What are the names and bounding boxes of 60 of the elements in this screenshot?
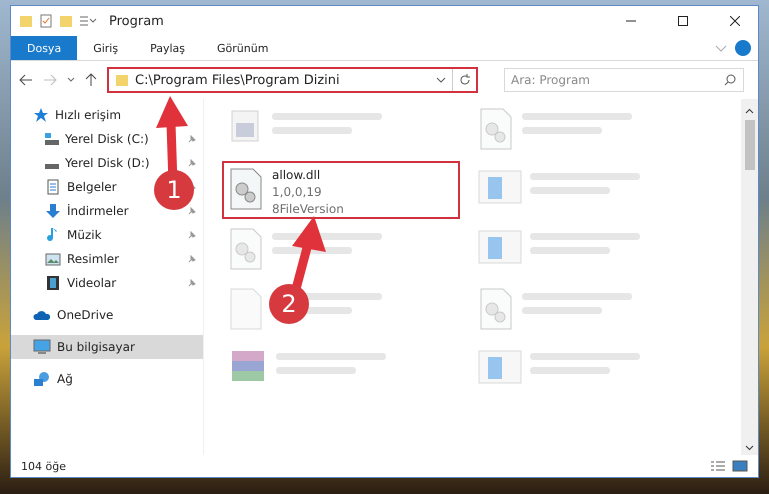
chevron-up-icon — [744, 108, 754, 114]
file-detail: 1,0,0,19 — [272, 184, 323, 201]
sidebar-item[interactable]: Yerel Disk (C:) — [65, 132, 149, 146]
scrollbar-thumb[interactable] — [744, 120, 754, 170]
chevron-down-icon — [745, 445, 754, 451]
large-icons-view-icon[interactable] — [732, 460, 748, 472]
search-field[interactable]: Ara: Program — [504, 68, 744, 92]
picture-icon — [45, 251, 61, 267]
window-title: Program — [109, 14, 165, 28]
refresh-icon — [458, 74, 470, 86]
gear-file-icon — [478, 107, 514, 151]
folder-icon — [19, 14, 33, 28]
up-arrow-icon — [85, 73, 97, 87]
details-view-icon[interactable] — [710, 460, 726, 472]
item-count: 104 öğe — [21, 460, 67, 472]
gear-file-icon — [478, 287, 514, 331]
close-icon — [730, 16, 740, 26]
checklist-icon[interactable] — [39, 14, 53, 28]
sidebar-item[interactable]: OneDrive — [57, 308, 114, 322]
file-menu-tab[interactable]: Dosya — [11, 36, 78, 60]
gear-file-icon — [228, 167, 264, 211]
document-icon — [45, 179, 61, 195]
cloud-icon — [33, 309, 51, 321]
address-bar[interactable]: C:\Program Files\Program Dizini — [107, 67, 478, 93]
file-name: allow.dll — [272, 167, 322, 184]
sidebar-item[interactable]: Yerel Disk (D:) — [65, 156, 150, 170]
maximize-icon — [678, 16, 688, 26]
file-tile[interactable]: allow.dll 1,0,0,19 8FileVersion — [222, 161, 460, 219]
sidebar-item[interactable]: Videolar — [67, 276, 116, 290]
ribbon-tab[interactable]: Görünüm — [201, 36, 284, 60]
sidebar-item[interactable]: İndirmeler — [67, 204, 129, 218]
file-detail: 8FileVersion — [272, 201, 344, 218]
folder-icon — [115, 73, 129, 87]
forward-arrow-icon — [43, 74, 57, 86]
blank-file-icon — [228, 287, 264, 331]
search-icon — [724, 74, 736, 86]
star-icon — [33, 107, 49, 123]
download-arrow-icon — [45, 203, 61, 219]
properties-icon[interactable] — [79, 14, 99, 28]
sidebar-item[interactable]: Belgeler — [67, 180, 117, 194]
back-button[interactable] — [17, 72, 35, 88]
chevron-down-icon[interactable] — [436, 76, 446, 84]
drive-icon — [45, 133, 59, 145]
computer-icon — [33, 339, 51, 355]
network-icon — [33, 371, 51, 387]
sidebar-item[interactable]: Müzik — [67, 228, 102, 242]
up-button[interactable] — [83, 71, 99, 89]
sidebar-item[interactable]: Hızlı erişim — [55, 108, 122, 122]
ribbon-tab[interactable]: Giriş — [77, 36, 134, 60]
scrollbar[interactable] — [741, 99, 758, 455]
film-icon — [45, 275, 61, 291]
sidebar-item[interactable]: Resimler — [67, 252, 120, 266]
chevron-down-icon — [67, 77, 75, 83]
sidebar-item[interactable]: Ağ — [57, 372, 73, 386]
sidebar-item[interactable]: Bu bilgisayar — [11, 335, 203, 359]
drive-icon — [45, 164, 59, 169]
back-arrow-icon — [19, 74, 33, 86]
help-icon[interactable] — [734, 39, 752, 57]
ribbon-tab[interactable]: Paylaş — [134, 36, 201, 60]
gear-file-icon — [228, 227, 264, 271]
